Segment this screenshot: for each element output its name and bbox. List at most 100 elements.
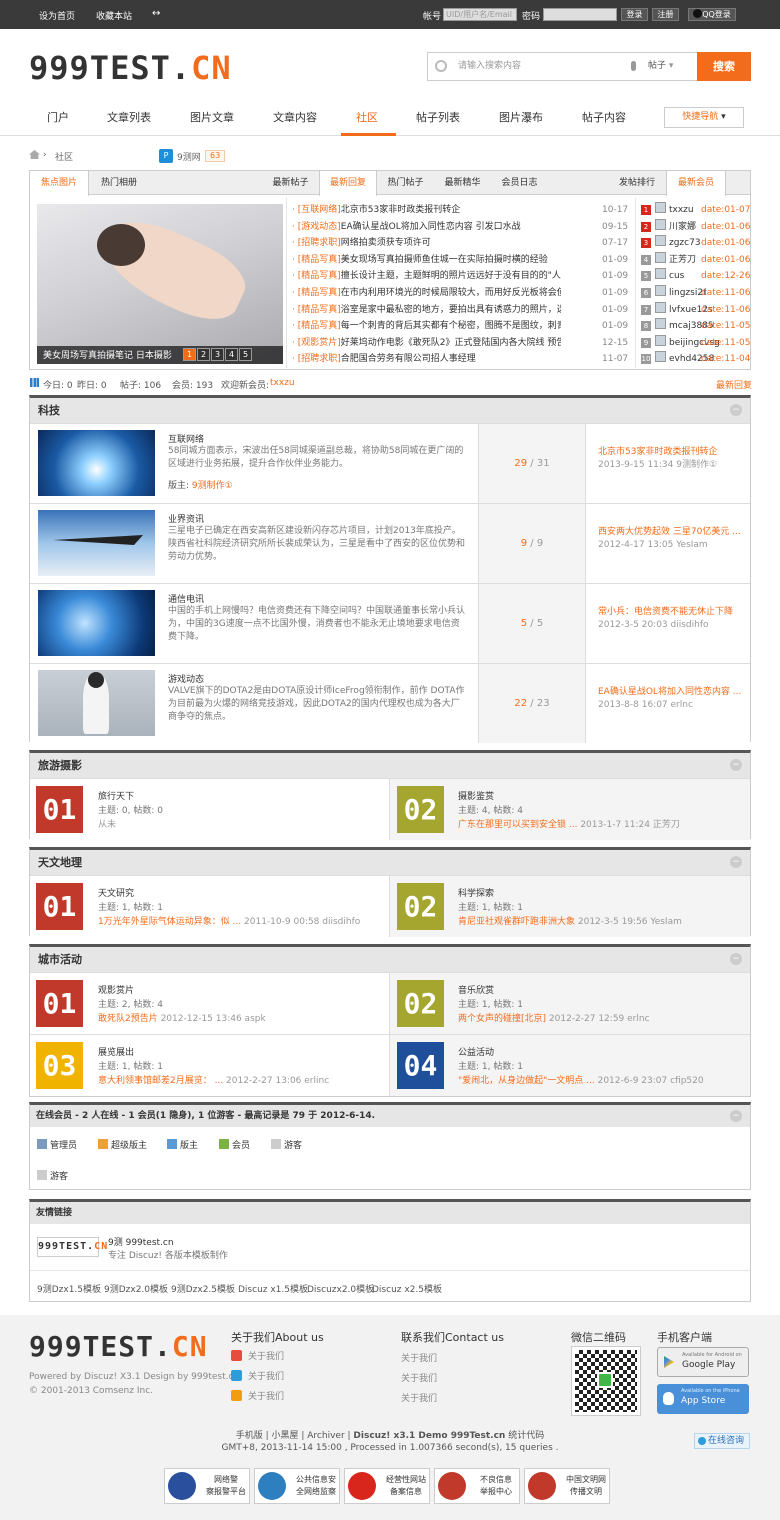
last-post-title[interactable]: 北京市53家非时政类报刊转企 — [598, 446, 748, 459]
forum-name[interactable]: 业界资讯 — [168, 512, 204, 525]
tab-focus-images[interactable]: 焦点图片 — [30, 171, 89, 196]
forum-number-icon[interactable]: 04 — [397, 1042, 444, 1089]
member-name[interactable]: 正芳刀 — [669, 255, 696, 265]
collapse-icon[interactable]: − — [730, 953, 742, 965]
bookmark-link[interactable]: 收藏本站 — [96, 9, 132, 22]
thread-category[interactable]: [精品写真] — [298, 255, 341, 265]
thread-row[interactable]: · [招聘求职]合肥国合劳务有限公司招人事经理 11-07 — [292, 351, 632, 367]
forum-number-icon[interactable]: 03 — [36, 1042, 83, 1089]
member-row[interactable]: 10 evhd4258 date:11-04 — [641, 351, 750, 367]
security-badge[interactable]: 不良信息 举报中心 — [434, 1468, 520, 1504]
moderator-name[interactable]: 9测制作① — [192, 481, 233, 491]
thread-row[interactable]: · [精品写真]每一个刺青的背后其实都有个秘密，图腾不是图纹，刺青或许是一01-… — [292, 318, 632, 334]
text-link[interactable]: Discuzx2.0模板 — [307, 1282, 374, 1295]
thread-row[interactable]: · [精品写真]擅长设计主题，主题鲜明的照片远远好于没有目的的"人像风光01-0… — [292, 268, 632, 284]
online-consult-button[interactable]: 在线咨询 — [694, 1433, 750, 1449]
focus-page-5[interactable]: 5 — [239, 348, 252, 361]
thread-row[interactable]: · [精品写真]在市内利用环境光的时候局限较大，而用好反光板将会使你获得01-0… — [292, 285, 632, 301]
breadcrumb-current[interactable]: 社区 — [55, 150, 73, 163]
forum-number-icon[interactable]: 01 — [36, 980, 83, 1027]
focus-page-3[interactable]: 3 — [211, 348, 224, 361]
home-icon[interactable] — [29, 150, 40, 159]
thread-title[interactable]: 美女现场写真拍摄师鱼住城一在实际拍摄时横的经验 — [341, 252, 561, 268]
last-post-title[interactable]: 常小兵：电信资费不能无休止下降 — [598, 606, 748, 619]
thread-row[interactable]: · [观影赏片]好莱坞动作电影《敢死队2》正式登陆国内各大院线 预告片网上先12… — [292, 335, 632, 351]
thread-category[interactable]: [精品写真] — [298, 321, 341, 331]
tab-hot-albums[interactable]: 热门相册 — [89, 171, 149, 195]
app-9ce-label[interactable]: 9测网 — [177, 150, 201, 163]
tab-post-ranking[interactable]: 发帖排行 — [608, 171, 666, 195]
text-link[interactable]: Discuz x2.5模板 — [372, 1282, 442, 1295]
focus-page-1[interactable]: 1 — [183, 348, 196, 361]
forum-image[interactable] — [38, 430, 155, 496]
account-input[interactable]: UID/用户名/Email — [443, 8, 517, 21]
register-button[interactable]: 注册 — [652, 8, 679, 21]
last-post-title[interactable]: 敢死队2预告片 — [98, 1014, 158, 1024]
contact-link-3[interactable]: 关于我们 — [401, 1391, 437, 1404]
qq-login-button[interactable]: QQ登录 — [688, 8, 736, 21]
thread-title[interactable]: 在市内利用环境光的时候局限较大，而用好反光板将会使你获得 — [341, 285, 561, 301]
security-badge[interactable]: 经营性网站 备案信息 — [344, 1468, 430, 1504]
about-link-1[interactable]: 关于我们 — [231, 1349, 284, 1362]
google-play-button[interactable]: Available for Android on Google Play — [657, 1347, 749, 1377]
thread-row[interactable]: · [招聘求职]网络拍卖须获专项许可 07-17 — [292, 235, 632, 251]
security-badge[interactable]: 网络警 察报警平台 — [164, 1468, 250, 1504]
forum-name[interactable]: 通信电讯 — [168, 592, 204, 605]
last-post-title[interactable]: 1万光年外星际气体运动异象：似 ... — [98, 917, 241, 927]
text-link[interactable]: Discuz x1.5模板 — [238, 1282, 308, 1295]
thread-title[interactable]: 每一个刺青的背后其实都有个秘密，图腾不是图纹，刺青或许是一 — [341, 318, 561, 334]
thread-title[interactable]: 合肥国合劳务有限公司招人事经理 — [341, 351, 561, 367]
contact-link-1[interactable]: 关于我们 — [401, 1351, 437, 1364]
footer-nav-links[interactable]: 手机版 | 小黑屋 | Archiver | — [236, 1431, 354, 1441]
nav-article-content[interactable]: 文章内容 — [273, 109, 317, 125]
thread-row[interactable]: · [游戏动态]EA确认星战OL将加入同性恋内容 引发口水战 09-15 — [292, 219, 632, 235]
set-home-link[interactable]: 设为首页 — [39, 9, 75, 22]
forum-name[interactable]: 展览展出 — [98, 1045, 134, 1058]
tab-latest-threads[interactable]: 最新帖子 — [262, 171, 319, 195]
tab-member-blogs[interactable]: 会员日志 — [491, 171, 548, 195]
nav-thread-content[interactable]: 帖子内容 — [582, 109, 626, 125]
nav-community[interactable]: 社区 — [356, 109, 378, 125]
about-link-3[interactable]: 关于我们 — [231, 1389, 284, 1402]
last-post-title[interactable]: 肯尼亚社观雀群吓跑非洲大象 — [458, 917, 575, 927]
member-row[interactable]: 6 lingzsi2t date:11-06 — [641, 285, 750, 301]
site-logo[interactable]: 999TEST.CN — [29, 49, 232, 87]
stat-new-member-link[interactable]: txxzu — [270, 378, 295, 388]
forum-name[interactable]: 互联网络 — [168, 432, 204, 445]
member-row[interactable]: 8 mcaj3885 date:11-05 — [641, 318, 750, 334]
thread-row[interactable]: · [精品写真]美女现场写真拍摄师鱼住城一在实际拍摄时横的经验 01-09 — [292, 252, 632, 268]
nav-portal[interactable]: 门户 — [47, 109, 69, 125]
thread-row[interactable]: · [精品写真]浴室是家中最私密的地方，要拍出具有诱惑力的照片，选择在浴室01-… — [292, 302, 632, 318]
search-input[interactable]: 请输入搜索内容 — [458, 53, 618, 80]
thread-title[interactable]: 擅长设计主题，主题鲜明的照片远远好于没有目的的"人像风光 — [341, 268, 561, 284]
friend-site-name[interactable]: 9测 999test.cn — [108, 1235, 174, 1248]
forum-number-icon[interactable]: 02 — [397, 786, 444, 833]
member-row[interactable]: 3 zgzc73 date:01-06 — [641, 235, 750, 251]
nav-article-list[interactable]: 文章列表 — [107, 109, 151, 125]
last-post-title[interactable]: "爱闹北，从身边做起"一文明点 ... — [458, 1076, 595, 1086]
tab-hot-threads[interactable]: 热门帖子 — [377, 171, 434, 195]
thread-category[interactable]: [互联网络] — [298, 205, 341, 215]
collapse-icon[interactable]: − — [730, 856, 742, 868]
friend-site-logo[interactable]: 999TEST.CN — [37, 1237, 107, 1257]
member-row[interactable]: 4 正芳刀 date:01-06 — [641, 251, 750, 268]
member-row[interactable]: 5 cus date:12-26 — [641, 268, 750, 284]
forum-name[interactable]: 科学探索 — [458, 886, 494, 899]
thread-title[interactable]: 北京市53家非时政类报刊转企 — [341, 202, 561, 218]
member-name[interactable]: txxzu — [669, 205, 694, 215]
thread-category[interactable]: [游戏动态] — [298, 222, 341, 232]
thread-category[interactable]: [招聘求职] — [298, 238, 341, 248]
focus-page-2[interactable]: 2 — [197, 348, 210, 361]
footer-stat-code[interactable]: 统计代码 — [505, 1431, 544, 1441]
forum-name[interactable]: 观影赏片 — [98, 983, 134, 996]
quick-nav-button[interactable]: 快捷导航 ▾ — [664, 107, 744, 128]
thread-category[interactable]: [精品写真] — [298, 271, 341, 281]
forum-image[interactable] — [38, 510, 155, 576]
tab-latest-replies[interactable]: 最新回复 — [319, 171, 377, 196]
member-name[interactable]: zgzc73 — [669, 238, 701, 248]
focus-image[interactable]: 美女周场写真拍摄笔记 日本摄影 12345 — [37, 204, 283, 364]
text-link[interactable]: 9测Dzx2.5模板 — [171, 1282, 235, 1295]
forum-name[interactable]: 天文研究 — [98, 886, 134, 899]
text-link[interactable]: 9测Dzx1.5模板 — [37, 1282, 101, 1295]
forum-name[interactable]: 摄影鉴赏 — [458, 789, 494, 802]
